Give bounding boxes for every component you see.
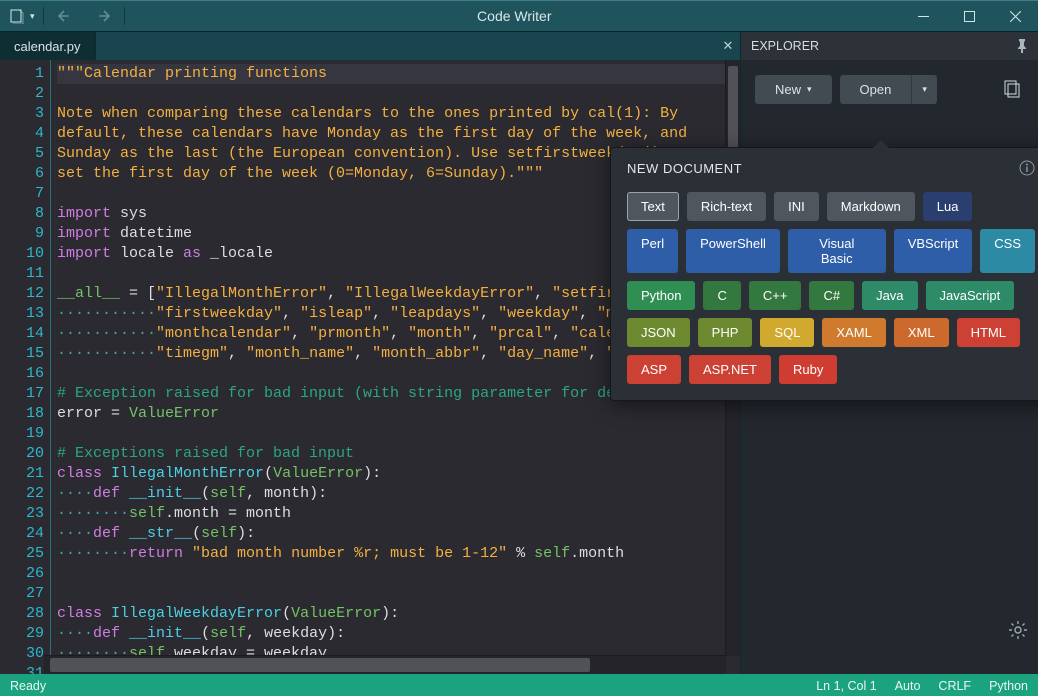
code-line[interactable]: default, these calendars have Monday as … — [57, 124, 740, 144]
code-line[interactable]: ····def __init__(self, month): — [57, 484, 740, 504]
code-line[interactable]: error = ValueError — [57, 404, 740, 424]
status-position[interactable]: Ln 1, Col 1 — [816, 679, 876, 693]
language-option[interactable]: XML — [894, 318, 949, 347]
language-option[interactable]: VBScript — [894, 229, 973, 273]
info-icon[interactable] — [1019, 160, 1035, 176]
language-option[interactable]: ASP — [627, 355, 681, 384]
language-option[interactable]: INI — [774, 192, 819, 221]
status-bar: Ready Ln 1, Col 1 Auto CRLF Python — [0, 674, 1038, 696]
new-document-popup: NEW DOCUMENT Text Rich-text INI Markdown Lua… — [610, 147, 1038, 401]
language-option[interactable]: JSON — [627, 318, 690, 347]
settings-icon[interactable] — [1004, 616, 1032, 644]
tab-bar: calendar.py ✕ — [0, 32, 740, 60]
language-option[interactable]: PHP — [698, 318, 753, 347]
language-option[interactable]: Markdown — [827, 192, 915, 221]
language-option[interactable]: JavaScript — [926, 281, 1015, 310]
open-dropdown-button[interactable]: ▾ — [911, 75, 937, 104]
tab-calendar[interactable]: calendar.py — [0, 32, 96, 60]
language-option[interactable]: C++ — [749, 281, 802, 310]
popup-title: NEW DOCUMENT — [627, 161, 742, 176]
language-option[interactable]: HTML — [957, 318, 1020, 347]
language-option[interactable]: Text — [627, 192, 679, 221]
copy-icon[interactable] — [994, 72, 1028, 106]
explorer-header: EXPLORER — [741, 32, 1038, 60]
open-button[interactable]: Open — [840, 75, 912, 104]
code-line[interactable] — [57, 564, 740, 584]
language-option[interactable]: PowerShell — [686, 229, 780, 273]
language-option[interactable]: C — [703, 281, 740, 310]
new-button[interactable]: New ▾ — [755, 75, 832, 104]
code-line[interactable]: ········return "bad month number %r; mus… — [57, 544, 740, 564]
chevron-down-icon: ▾ — [922, 84, 927, 95]
app-menu-button[interactable] — [2, 2, 32, 30]
language-option[interactable]: Rich-text — [687, 192, 766, 221]
language-option[interactable]: SQL — [760, 318, 814, 347]
language-option[interactable]: CSS — [980, 229, 1035, 273]
language-option[interactable]: Java — [862, 281, 917, 310]
code-line[interactable]: ····def __init__(self, weekday): — [57, 624, 740, 644]
horizontal-scroll-thumb[interactable] — [50, 658, 590, 672]
chevron-down-icon: ▾ — [807, 84, 812, 95]
language-option[interactable]: XAML — [822, 318, 885, 347]
language-option[interactable]: Ruby — [779, 355, 837, 384]
code-line[interactable] — [57, 84, 740, 104]
explorer-title: EXPLORER — [751, 39, 819, 53]
horizontal-scrollbar[interactable] — [44, 655, 726, 674]
language-option[interactable]: Python — [627, 281, 695, 310]
maximize-button[interactable] — [946, 1, 992, 31]
status-encoding[interactable]: Auto — [895, 679, 921, 693]
code-line[interactable] — [57, 424, 740, 444]
titlebar: ▾ Code Writer — [0, 0, 1038, 31]
language-option[interactable]: Lua — [923, 192, 973, 221]
app-title: Code Writer — [129, 8, 900, 24]
minimize-button[interactable] — [900, 1, 946, 31]
close-tab-button[interactable]: ✕ — [716, 32, 740, 60]
close-window-button[interactable] — [992, 1, 1038, 31]
pin-icon[interactable] — [1016, 39, 1028, 53]
tab-label: calendar.py — [14, 39, 81, 54]
code-line[interactable]: class IllegalMonthError(ValueError): — [57, 464, 740, 484]
code-line[interactable]: """Calendar printing functions — [57, 64, 740, 84]
language-option[interactable]: Perl — [627, 229, 678, 273]
language-option[interactable]: C# — [809, 281, 854, 310]
status-eol[interactable]: CRLF — [938, 679, 971, 693]
status-language[interactable]: Python — [989, 679, 1028, 693]
redo-button[interactable] — [86, 2, 116, 30]
code-line[interactable] — [57, 584, 740, 604]
code-line[interactable]: ········self.month = month — [57, 504, 740, 524]
line-gutter: 1234567891011121314151617181920212223242… — [0, 60, 51, 674]
undo-button[interactable] — [52, 2, 82, 30]
code-line[interactable]: ····def __str__(self): — [57, 524, 740, 544]
code-line[interactable]: # Exceptions raised for bad input — [57, 444, 740, 464]
code-line[interactable]: Note when comparing these calendars to t… — [57, 104, 740, 124]
status-ready: Ready — [10, 679, 46, 693]
language-option[interactable]: ASP.NET — [689, 355, 771, 384]
code-line[interactable]: class IllegalWeekdayError(ValueError): — [57, 604, 740, 624]
language-option[interactable]: Visual Basic — [788, 229, 886, 273]
